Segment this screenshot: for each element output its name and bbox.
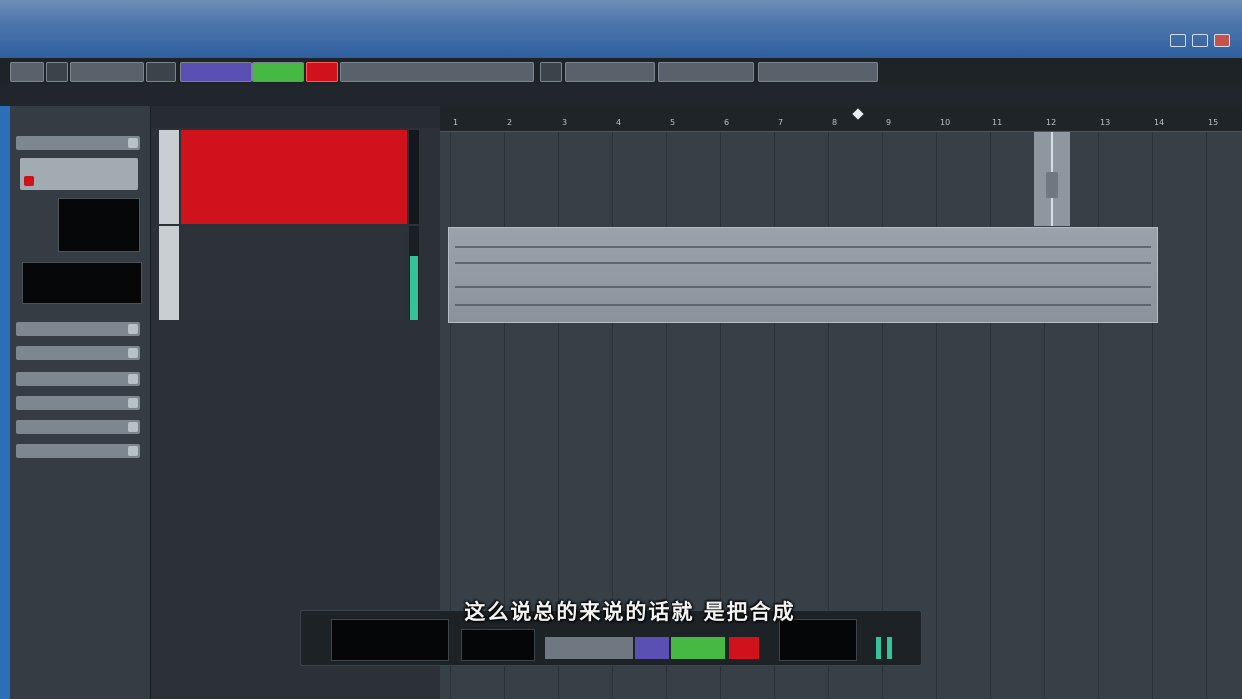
track-level-meter [409,130,419,224]
main-toolbar [0,58,1242,84]
grid-line [1098,132,1099,699]
inspector-section-eq[interactable] [16,346,140,360]
timeline-ruler[interactable]: 1 2 3 4 5 6 7 8 9 10 11 12 13 14 15 [440,106,1242,132]
waveform-line [455,262,1151,264]
record-enable-icon[interactable] [24,176,34,186]
track-1[interactable] [159,130,423,224]
ruler-tick-label: 6 [724,118,730,127]
tool-active-group[interactable] [252,62,304,82]
inspector-section-sends[interactable] [16,372,140,386]
ruler-tick-label: 9 [886,118,892,127]
waveform-line [455,246,1151,248]
grid-line [990,132,991,699]
track-list-header [151,106,441,128]
grid-line [1152,132,1153,699]
toolbar-button[interactable] [70,62,144,82]
ruler-tick-label: 11 [992,118,1003,127]
playhead-marker-icon[interactable] [852,108,864,120]
track-select-strip[interactable] [159,226,179,320]
minimize-button[interactable] [1170,34,1186,47]
ruler-tick-label: 1 [453,118,459,127]
expand-icon [128,348,138,358]
expand-icon [128,324,138,334]
ruler-tick-label: 15 [1208,118,1219,127]
ruler-tick-label: 13 [1100,118,1111,127]
expand-icon [128,398,138,408]
transport-position-display[interactable] [461,629,535,661]
ruler-tick-label: 10 [940,118,951,127]
transport-record-button[interactable] [729,637,759,659]
record-button[interactable] [306,62,338,82]
inspector-section-notepad[interactable] [16,420,140,434]
tool-selector-group[interactable] [180,62,252,82]
toolbar-field[interactable] [340,62,534,82]
inspector-track-name[interactable] [16,136,140,150]
meter-level-fill [410,256,418,320]
toolbar-button[interactable] [540,62,562,82]
toolbar-button[interactable] [146,62,176,82]
waveform-line [455,304,1151,306]
left-zone-edge [0,106,10,699]
ruler-tick-label: 8 [832,118,838,127]
track-2[interactable] [159,226,423,320]
input-output-display[interactable] [58,198,140,252]
toolbar-button[interactable] [758,62,878,82]
playhead-region[interactable] [1034,132,1070,226]
pause-icon[interactable] [887,637,892,659]
toolbar-button[interactable] [46,62,68,82]
ruler-tick-label: 12 [1046,118,1057,127]
grid-line [1206,132,1207,699]
toolbar-button[interactable] [10,62,44,82]
channel-display[interactable] [22,262,142,304]
window-title-bar [0,0,1242,58]
pause-icon[interactable] [876,637,881,659]
ruler-tick-label: 14 [1154,118,1165,127]
close-button[interactable] [1214,34,1230,47]
playhead-handle-icon[interactable] [1046,172,1058,198]
transport-cycle-button[interactable] [545,637,633,659]
track-select-strip[interactable] [159,130,179,224]
settings-icon [128,138,138,148]
transport-stop-button[interactable] [635,637,669,659]
ruler-tick-label: 5 [670,118,676,127]
waveform-line [455,286,1151,288]
expand-icon [128,374,138,384]
video-subtitle: 这么说总的来说的话就 是把合成 [464,600,796,624]
track-header-body[interactable] [181,226,407,320]
grid-line [936,132,937,699]
ruler-tick-label: 7 [778,118,784,127]
track-level-meter [409,226,419,320]
inspector-section-quick-controls[interactable] [16,444,140,458]
expand-icon [128,446,138,456]
inspector-controls[interactable] [20,158,138,190]
maximize-button[interactable] [1192,34,1208,47]
expand-icon [128,422,138,432]
info-line [0,84,1242,106]
inspector-section-inserts[interactable] [16,322,140,336]
transport-play-button[interactable] [671,637,725,659]
inspector-panel [10,106,150,699]
inspector-section-channel[interactable] [16,396,140,410]
toolbar-button[interactable] [658,62,754,82]
track-header-body[interactable] [181,130,407,224]
audio-event[interactable] [448,227,1158,323]
toolbar-button[interactable] [565,62,655,82]
ruler-tick-label: 2 [507,118,513,127]
ruler-tick-label: 3 [562,118,568,127]
ruler-tick-label: 4 [616,118,622,127]
